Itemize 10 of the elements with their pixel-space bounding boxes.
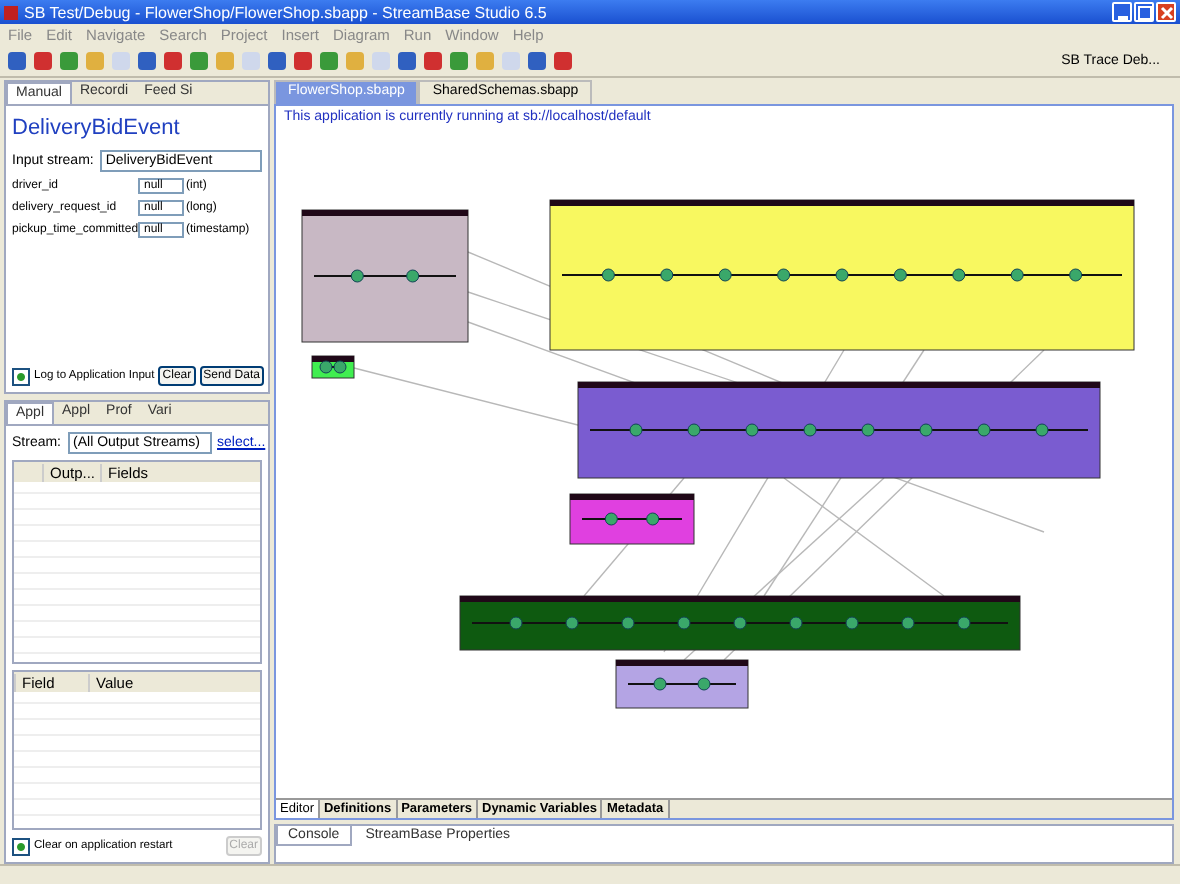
- close-icon: [1159, 5, 1173, 19]
- close-button[interactable]: [1156, 2, 1176, 22]
- minimize-button[interactable]: [1112, 2, 1132, 22]
- checkbox[interactable]: [12, 367, 30, 385]
- checkbox[interactable]: [12, 837, 30, 855]
- maximize-button[interactable]: [1134, 2, 1154, 22]
- maximize-icon: [1137, 5, 1151, 19]
- event-heading: DeliveryBidEvent: [12, 116, 180, 140]
- app-icon: [4, 5, 18, 19]
- window-title: SB Test/Debug - FlowerShop/FlowerShop.sbapp - StreamBase Studio 6.5: [24, 3, 547, 21]
